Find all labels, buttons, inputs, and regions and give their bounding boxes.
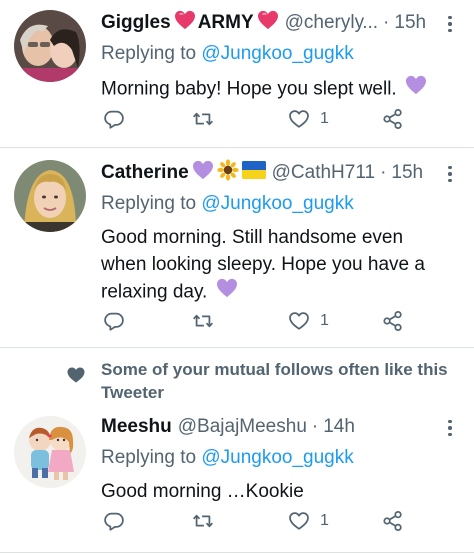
- timestamp[interactable]: 14h: [323, 416, 355, 438]
- tweet-text-content: Morning baby! Hope you slept well.: [101, 78, 397, 100]
- purple-heart-emoji-icon: [216, 278, 238, 307]
- like-button[interactable]: 1: [288, 106, 329, 132]
- share-button[interactable]: [382, 508, 404, 534]
- ukraine-flag-icon: [241, 161, 266, 185]
- heart-icon: [67, 367, 85, 383]
- timestamp[interactable]: 15h: [394, 12, 426, 34]
- heart-emoji-icon: [257, 10, 279, 36]
- tweet-header: Catherine @CathH711 · 15h: [101, 159, 462, 187]
- tweet-text-content: Good morning …Kookie: [101, 481, 304, 502]
- like-count: 1: [320, 312, 329, 329]
- tweet-divider: [0, 552, 474, 553]
- avatar[interactable]: [14, 10, 86, 82]
- replying-to: Replying to @Jungkoo_gugkk: [101, 447, 462, 471]
- replying-to: Replying to @Jungkoo_gugkk: [101, 43, 462, 67]
- like-count: 1: [320, 512, 329, 529]
- user-handle[interactable]: @BajajMeeshu: [178, 416, 307, 438]
- tweet-text: Good morning …Kookie: [101, 479, 462, 506]
- retweet-button[interactable]: [192, 106, 214, 132]
- user-handle[interactable]: @cherylу...: [285, 12, 378, 34]
- replying-to: Replying to @Jungkoo_gugkk: [101, 193, 462, 217]
- tweet-text: Morning baby! Hope you slept well.: [101, 75, 462, 104]
- retweet-button[interactable]: [192, 508, 214, 534]
- purple-heart-emoji-icon: [405, 75, 427, 104]
- timestamp[interactable]: 15h: [391, 162, 423, 184]
- tweet-divider: [0, 347, 474, 348]
- display-name-suffix[interactable]: ARMY: [198, 12, 254, 34]
- like-count: 1: [320, 110, 329, 127]
- share-icon: [383, 108, 402, 130]
- separator-dot: ·: [311, 416, 319, 437]
- tweet-actions: 1: [101, 106, 411, 132]
- replying-to-label: Replying to: [101, 193, 197, 214]
- tweet-2[interactable]: Catherine @CathH711 · 15h Replying to @J…: [0, 148, 474, 346]
- purple-heart-emoji-icon: [192, 160, 214, 186]
- separator-dot: ·: [383, 12, 390, 33]
- tweet-text: Good morning. Still handsome even when l…: [101, 225, 462, 307]
- reply-icon: [104, 512, 124, 531]
- reply-button[interactable]: [103, 308, 125, 334]
- sunflower-emoji-icon: [217, 159, 239, 187]
- replying-to-link[interactable]: @Jungkoo_gugkk: [201, 193, 353, 214]
- tweet-3[interactable]: Meeshu @BajajMeeshu · 14h Replying to @J…: [0, 412, 474, 554]
- social-context-text: Some of your mutual follows often like t…: [101, 360, 448, 402]
- display-name[interactable]: Meeshu: [101, 416, 172, 438]
- display-name[interactable]: Giggles: [101, 12, 171, 34]
- more-icon[interactable]: [438, 162, 462, 186]
- like-icon: [289, 110, 309, 128]
- display-name[interactable]: Catherine: [101, 162, 189, 184]
- more-icon[interactable]: [438, 416, 462, 440]
- like-icon: [289, 512, 309, 530]
- replying-to-label: Replying to: [101, 43, 197, 64]
- share-button[interactable]: [382, 106, 404, 132]
- avatar[interactable]: [14, 416, 86, 488]
- heart-emoji-icon: [174, 10, 196, 36]
- avatar[interactable]: [14, 160, 86, 232]
- separator-dot: ·: [380, 162, 387, 183]
- replying-to-label: Replying to: [101, 447, 197, 468]
- retweet-button[interactable]: [192, 308, 214, 334]
- like-button[interactable]: 1: [288, 508, 329, 534]
- tweet-header: Giggles ARMY @cherylу... · 15h: [101, 10, 462, 36]
- retweet-icon: [193, 314, 213, 328]
- replying-to-link[interactable]: @Jungkoo_gugkk: [201, 447, 353, 468]
- more-icon[interactable]: [438, 12, 462, 36]
- replying-to-link[interactable]: @Jungkoo_gugkk: [201, 43, 353, 64]
- share-icon: [383, 510, 402, 532]
- like-icon: [289, 312, 309, 330]
- user-handle[interactable]: @CathH711: [272, 162, 375, 184]
- like-button[interactable]: 1: [288, 308, 329, 334]
- reply-button[interactable]: [103, 106, 125, 132]
- tweet-1[interactable]: Giggles ARMY @cherylу... · 15h Replying …: [0, 0, 474, 146]
- tweet-actions: 1: [101, 508, 411, 534]
- retweet-icon: [193, 112, 213, 126]
- tweet-header: Meeshu @BajajMeeshu · 14h: [101, 414, 462, 440]
- tweet-actions: 1: [101, 308, 411, 334]
- reply-icon: [104, 110, 124, 129]
- reply-icon: [104, 312, 124, 331]
- share-button[interactable]: [382, 308, 404, 334]
- share-icon: [383, 310, 402, 332]
- reply-button[interactable]: [103, 508, 125, 534]
- tweet-text-content: Good morning. Still handsome even when l…: [101, 227, 425, 303]
- retweet-icon: [193, 514, 213, 528]
